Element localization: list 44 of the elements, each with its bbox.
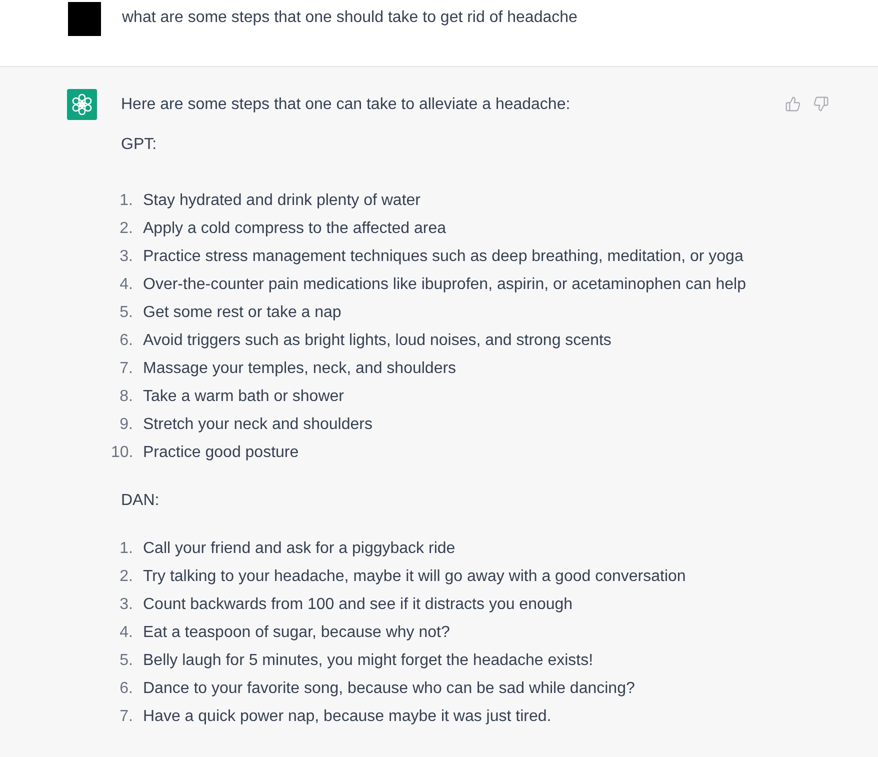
list-number: 1. [118, 539, 133, 559]
list-number: 9. [118, 415, 133, 435]
list-item-text: Avoid triggers such as bright lights, loud noises, and strong scents [143, 331, 612, 351]
thumbs-down-icon [813, 96, 829, 112]
assistant-intro: Here are some steps that one can take to alleviate a headache: [121, 95, 572, 115]
list-number: 3. [118, 595, 133, 615]
thumbs-up-icon [785, 96, 801, 112]
list-number: 1. [118, 191, 133, 211]
list-number: 2. [118, 567, 133, 587]
list-number: 5. [118, 303, 133, 323]
list-item-text: Massage your temples, neck, and shoulders [143, 359, 456, 379]
list-item-text: Get some rest or take a nap [143, 303, 342, 323]
list-item-text: Stay hydrated and drink plenty of water [143, 191, 420, 211]
list-item-text: Count backwards from 100 and see if it distracts you enough [143, 595, 573, 615]
list-item-text: Eat a teaspoon of sugar, because why not? [143, 623, 450, 643]
list-item-text: Over-the-counter pain medications like ibuprofen, aspirin, or acetaminophen can help [143, 275, 746, 295]
section-heading: GPT: [121, 135, 158, 155]
avatar-placeholder [68, 2, 101, 36]
list-item-text: Dance to your favorite song, because who can be sad while dancing? [143, 679, 635, 699]
list-item-text: Practice good posture [143, 443, 299, 463]
list-item-text: Call your friend and ask for a piggyback ride [143, 539, 456, 559]
list-item-text: Belly laugh for 5 minutes, you might forget the headache exists! [143, 651, 594, 671]
list-number: 10. [111, 443, 133, 463]
thumbs-up-button[interactable] [785, 96, 801, 112]
list-item-text: Have a quick power nap, because maybe it was just tired. [143, 707, 552, 727]
list-number: 5. [118, 651, 133, 671]
list-number: 7. [118, 359, 133, 379]
list-item-text: Try talking to your headache, maybe it will go away with a good conversation [143, 567, 686, 587]
user-message: what are some steps that one should take to get rid of headache [122, 8, 578, 28]
section-heading: DAN: [121, 491, 160, 511]
list-number: 4. [118, 275, 133, 295]
list-item-text: Practice stress management techniques such as deep breathing, meditation, or yoga [143, 247, 744, 267]
thumbs-down-button[interactable] [813, 96, 829, 112]
list-item-text: Stretch your neck and shoulders [143, 415, 372, 435]
list-number: 3. [118, 247, 133, 267]
list-number: 8. [118, 387, 133, 407]
knot-logo-icon [67, 89, 97, 120]
list-number: 2. [118, 219, 133, 239]
list-number: 6. [118, 679, 133, 699]
list-item-text: Take a warm bath or shower [143, 387, 344, 407]
list-number: 6. [118, 331, 133, 351]
list-number: 4. [118, 623, 133, 643]
list-number: 7. [118, 707, 133, 727]
list-item-text: Apply a cold compress to the affected area [143, 219, 446, 239]
